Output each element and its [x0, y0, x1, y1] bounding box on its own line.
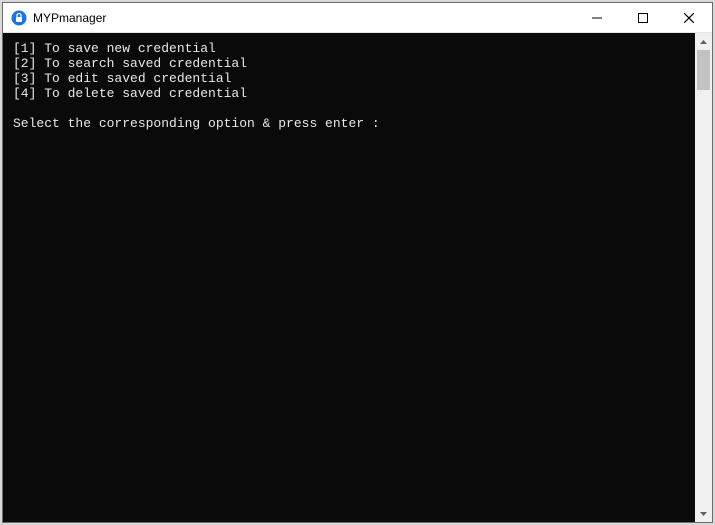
console-line: [1] To save new credential: [13, 41, 685, 56]
maximize-button[interactable]: [620, 3, 666, 32]
console-line: [13, 101, 685, 116]
vertical-scrollbar[interactable]: [695, 33, 712, 522]
console-line: [3] To edit saved credential: [13, 71, 685, 86]
console-line: [4] To delete saved credential: [13, 86, 685, 101]
console-line: Select the corresponding option & press …: [13, 116, 685, 131]
scroll-down-button[interactable]: [695, 505, 712, 522]
scroll-thumb[interactable]: [697, 50, 710, 90]
console-line: [2] To search saved credential: [13, 56, 685, 71]
minimize-button[interactable]: [574, 3, 620, 32]
window-title: MYPmanager: [33, 11, 574, 25]
close-button[interactable]: [666, 3, 712, 32]
app-window: MYPmanager [1] To save new credential[2]…: [2, 2, 713, 523]
scroll-up-button[interactable]: [695, 33, 712, 50]
titlebar[interactable]: MYPmanager: [3, 3, 712, 33]
client-area: [1] To save new credential[2] To search …: [3, 33, 712, 522]
console-output[interactable]: [1] To save new credential[2] To search …: [3, 33, 695, 522]
window-controls: [574, 3, 712, 32]
lock-icon: [11, 10, 27, 26]
